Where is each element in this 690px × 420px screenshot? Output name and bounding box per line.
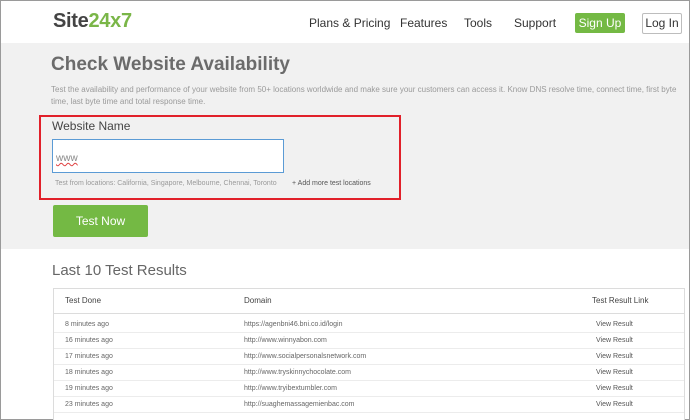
row-time: 8 minutes ago <box>65 321 109 328</box>
row-time: 16 minutes ago <box>65 337 113 344</box>
results-table: Test Done Domain Test Result Link 8 minu… <box>53 288 685 420</box>
view-result-link[interactable]: View Result <box>596 353 633 360</box>
column-header-domain: Domain <box>244 296 272 305</box>
row-time: 17 minutes ago <box>65 353 113 360</box>
sign-up-button[interactable]: Sign Up <box>575 13 625 33</box>
column-header-test-result-link: Test Result Link <box>592 296 649 305</box>
logo-text-24x7: 24x7 <box>88 10 132 32</box>
table-row: 16 minutes ago http://www.winnyabon.com … <box>54 333 684 349</box>
row-domain: http://suaghemassagemienbac.com <box>244 401 355 408</box>
log-in-button[interactable]: Log In <box>642 13 682 34</box>
test-locations-text: Test from locations: California, Singapo… <box>55 180 277 187</box>
table-row: 17 minutes ago http://www.socialpersonal… <box>54 349 684 365</box>
website-name-value: www <box>56 153 78 164</box>
row-domain: http://www.tryskinnychocolate.com <box>244 369 351 376</box>
view-result-link[interactable]: View Result <box>596 321 633 328</box>
table-row: 18 minutes ago http://www.tryskinnychoco… <box>54 365 684 381</box>
row-time: 18 minutes ago <box>65 369 113 376</box>
row-domain: https://agenbni46.bni.co.id/login <box>244 321 343 328</box>
view-result-link[interactable]: View Result <box>596 369 633 376</box>
table-row: 19 minutes ago http://www.tryibextumbler… <box>54 381 684 397</box>
nav-plans-pricing[interactable]: Plans & Pricing <box>309 16 390 30</box>
table-header-divider <box>54 313 684 314</box>
table-row: 23 minutes ago http://suaghemassagemienb… <box>54 397 684 413</box>
row-domain: http://www.winnyabon.com <box>244 337 327 344</box>
view-result-link[interactable]: View Result <box>596 337 633 344</box>
add-more-locations-link[interactable]: + Add more test locations <box>292 180 371 187</box>
row-domain: http://www.socialpersonalsnetwork.com <box>244 353 367 360</box>
top-header: Site24x7 Plans & Pricing Features Tools … <box>1 1 689 43</box>
view-result-link[interactable]: View Result <box>596 401 633 408</box>
row-time: 23 minutes ago <box>65 401 113 408</box>
view-result-link[interactable]: View Result <box>596 385 633 392</box>
table-row: 8 minutes ago https://agenbni46.bni.co.i… <box>54 317 684 333</box>
test-now-button[interactable]: Test Now <box>53 205 148 237</box>
results-title: Last 10 Test Results <box>52 262 187 279</box>
column-header-test-done: Test Done <box>65 296 102 305</box>
availability-check-section: Check Website Availability Test the avai… <box>1 43 689 249</box>
page-description: Test the availability and performance of… <box>51 85 677 106</box>
page-title: Check Website Availability <box>51 54 290 75</box>
nav-tools[interactable]: Tools <box>464 16 492 30</box>
website-name-input[interactable] <box>52 139 284 173</box>
nav-support[interactable]: Support <box>514 16 556 30</box>
nav-features[interactable]: Features <box>400 16 447 30</box>
row-time: 19 minutes ago <box>65 385 113 392</box>
website-name-label: Website Name <box>52 119 131 133</box>
row-domain: http://www.tryibextumbler.com <box>244 385 337 392</box>
site24x7-logo[interactable]: Site24x7 <box>53 10 132 33</box>
logo-text-site: Site <box>53 10 89 32</box>
